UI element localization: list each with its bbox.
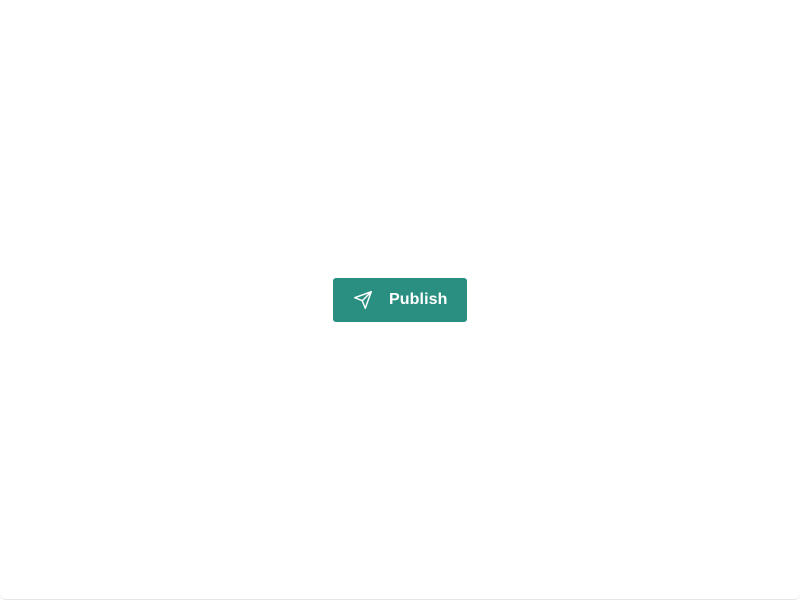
canvas: Publish [0,0,800,600]
send-icon [352,289,374,311]
publish-button-label: Publish [389,291,448,308]
publish-button[interactable]: Publish [333,278,467,322]
